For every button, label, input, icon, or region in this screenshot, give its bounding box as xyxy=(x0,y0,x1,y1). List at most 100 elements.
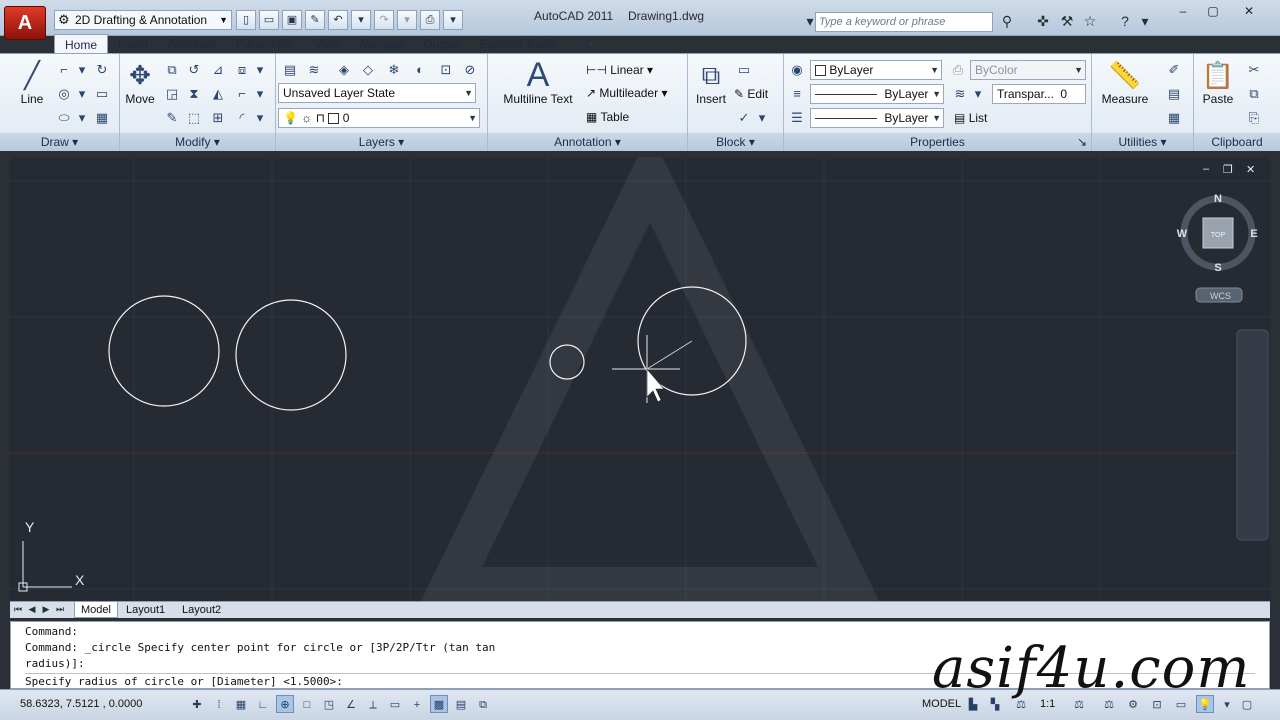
copy-link-icon[interactable]: ⎘ xyxy=(1244,108,1264,128)
trim-icon[interactable]: ⊿ xyxy=(208,60,228,80)
insert-block-button[interactable]: ⧉ Insert xyxy=(690,58,732,106)
modify-panel-title[interactable]: Modify ▾ xyxy=(120,133,275,151)
communication-center-icon[interactable]: ⚒ xyxy=(1057,11,1077,31)
object-snap-tracking-icon[interactable]: ∠ xyxy=(342,695,360,713)
snap-mode-icon[interactable]: ⁞ xyxy=(210,695,228,713)
layer-off-icon[interactable]: ◐ xyxy=(410,60,430,80)
tab-layout2[interactable]: Layout2 xyxy=(176,602,227,618)
tab-express-tools[interactable]: Express Tools xyxy=(469,34,563,54)
layer-lock-icon[interactable]: ⊡ xyxy=(436,60,456,80)
search-input[interactable]: Type a keyword or phrase xyxy=(815,12,993,32)
drawing-canvas[interactable]: Y X TOP N S W E WCS – ❐ ✕ xyxy=(10,157,1270,601)
prev-tab-icon[interactable]: ◀ xyxy=(26,603,38,616)
transparency-toggle-icon[interactable]: ▩ xyxy=(430,695,448,713)
annotation-panel-title[interactable]: Annotation ▾ xyxy=(488,133,687,151)
close-icon[interactable]: ✕ xyxy=(1238,2,1260,20)
transparency-dropdown-icon[interactable]: ▾ xyxy=(968,84,988,104)
quick-properties-icon[interactable]: ▤ xyxy=(452,695,470,713)
dialog-launcher-icon[interactable]: ↘ xyxy=(1077,133,1087,151)
arc-icon[interactable]: ↻ xyxy=(92,60,112,80)
polyline-icon[interactable]: ⌐ xyxy=(54,60,74,80)
tab-layout1[interactable]: Layout1 xyxy=(120,602,171,618)
layer-walk-icon[interactable]: ⊘ xyxy=(460,60,480,80)
wcs-menu[interactable]: WCS xyxy=(1195,287,1243,303)
explode-dropdown-icon[interactable]: ▾ xyxy=(250,108,270,128)
save-icon[interactable]: ▣ xyxy=(282,10,302,30)
viewport-restore-icon[interactable]: ❐ xyxy=(1223,163,1233,176)
plot-icon[interactable]: ⎙ xyxy=(420,10,440,30)
help-icon[interactable]: ? xyxy=(1115,11,1135,31)
fillet-icon[interactable]: ⌐ xyxy=(232,84,252,104)
erase-icon[interactable]: ✎ xyxy=(162,108,182,128)
dynamic-input-icon[interactable]: ▭ xyxy=(386,695,404,713)
tab-parametric[interactable]: Parametric xyxy=(226,34,304,54)
measure-button[interactable]: 📏 Measure xyxy=(1096,58,1154,106)
grid-display-icon[interactable]: ▦ xyxy=(232,695,250,713)
object-snap-icon[interactable]: □ xyxy=(298,695,316,713)
line-button[interactable]: ╱ Line xyxy=(10,58,54,106)
color-dropdown[interactable]: ByLayer ▼ xyxy=(810,60,942,80)
table-button[interactable]: ▦ Table xyxy=(586,110,629,124)
hatch-icon[interactable]: ▦ xyxy=(92,108,112,128)
infer-constraints-icon[interactable]: ✚ xyxy=(188,695,206,713)
quick-select-icon[interactable]: ✐ xyxy=(1164,60,1184,80)
qat-customize-icon[interactable]: ▾ xyxy=(443,10,463,30)
paste-button[interactable]: 📋 Paste xyxy=(1196,58,1240,106)
binoculars-icon[interactable]: ⚲ xyxy=(997,11,1017,31)
subscription-center-icon[interactable]: ✜ xyxy=(1033,11,1053,31)
scale-icon[interactable]: ⬚ xyxy=(184,108,204,128)
undo-icon[interactable]: ↶ xyxy=(328,10,348,30)
dynamic-ucs-icon[interactable]: ⟂ xyxy=(364,695,382,713)
multiline-text-button[interactable]: A Multiline Text xyxy=(498,58,578,106)
multileader-button[interactable]: ↗ Multileader ▾ xyxy=(586,86,667,100)
copy-clip-icon[interactable]: ⧉ xyxy=(1244,84,1264,104)
ellipse-dropdown-icon[interactable]: ▾ xyxy=(72,108,92,128)
attribute-icon[interactable]: ✓ xyxy=(734,108,754,128)
polyline-dropdown-icon[interactable]: ▾ xyxy=(72,60,92,80)
linetype-dropdown[interactable]: ByLayer ▼ xyxy=(810,84,944,104)
favorites-icon[interactable]: ☆ xyxy=(1080,11,1100,31)
utilities-panel-title[interactable]: Utilities ▾ xyxy=(1092,133,1193,151)
circle-icon[interactable]: ◎ xyxy=(54,84,74,104)
tab-output[interactable]: Output xyxy=(413,34,469,54)
new-icon[interactable]: ▯ xyxy=(236,10,256,30)
ellipse-icon[interactable]: ⬭ xyxy=(54,108,74,128)
list-button[interactable]: ▤ List xyxy=(954,111,987,125)
offset-icon[interactable]: ⧈ xyxy=(232,60,252,80)
viewport-minimize-icon[interactable]: – xyxy=(1203,163,1209,175)
navigation-bar[interactable] xyxy=(1236,329,1269,541)
minimize-icon[interactable]: – xyxy=(1172,2,1194,20)
clipboard-panel-title[interactable]: Clipboard xyxy=(1194,133,1280,151)
rotate-icon[interactable]: ↺ xyxy=(184,60,204,80)
stretch-icon[interactable]: ◲ xyxy=(162,84,182,104)
polar-tracking-icon[interactable]: ⊕ xyxy=(276,695,294,713)
layer-properties-icon[interactable]: ▤ xyxy=(280,60,300,80)
ortho-mode-icon[interactable]: ∟ xyxy=(254,695,272,713)
attribute-dropdown-icon[interactable]: ▾ xyxy=(752,108,772,128)
rectangle-icon[interactable]: ▭ xyxy=(92,84,112,104)
open-icon[interactable]: ▭ xyxy=(259,10,279,30)
layer-dropdown[interactable]: 💡 ☼ ⊓ 0 ▼ xyxy=(278,108,480,128)
explode-icon[interactable]: ◜ xyxy=(232,108,252,128)
transparency-field[interactable]: Transpar... 0 xyxy=(992,84,1086,104)
create-block-icon[interactable]: ▭ xyxy=(734,60,754,80)
select-all-icon[interactable]: ▤ xyxy=(1164,84,1184,104)
redo-dropdown-icon[interactable]: ▾ xyxy=(397,10,417,30)
workspace-switcher[interactable]: ⚙ 2D Drafting & Annotation ▼ xyxy=(54,10,232,30)
last-tab-icon[interactable]: ⏭ xyxy=(54,603,66,616)
undo-dropdown-icon[interactable]: ▾ xyxy=(351,10,371,30)
properties-panel-title[interactable]: Properties ↘ xyxy=(784,133,1091,151)
coordinate-readout[interactable]: 58.6323, 7.5121 , 0.0000 xyxy=(20,698,142,710)
lineweight-dropdown[interactable]: ByLayer ▼ xyxy=(810,108,944,128)
3d-osnap-icon[interactable]: ◳ xyxy=(320,695,338,713)
mirror-icon[interactable]: ⧗ xyxy=(184,84,204,104)
ribbon-minimize-icon[interactable]: ▭▾ xyxy=(578,38,594,51)
selection-cycling-icon[interactable]: ⧉ xyxy=(474,695,492,713)
lineweight-icon[interactable]: ≡ xyxy=(787,84,807,104)
block-edit-button[interactable]: ✎ Edit xyxy=(734,87,768,101)
layers-panel-title[interactable]: Layers ▾ xyxy=(276,133,487,151)
maximize-icon[interactable]: ▢ xyxy=(1202,2,1224,20)
tab-annotate[interactable]: Annotate xyxy=(158,34,226,54)
tab-home[interactable]: Home xyxy=(54,34,109,54)
tab-view[interactable]: View xyxy=(304,34,350,54)
